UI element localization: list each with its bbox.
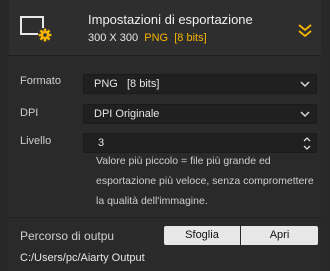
format-label: Formato xyxy=(20,75,61,87)
dpi-select[interactable]: DPI Originale xyxy=(83,104,317,124)
header-bits: [8 bits] xyxy=(174,32,207,44)
header-format: PNG xyxy=(144,32,169,44)
export-settings-header[interactable]: Impostazioni di esportazione 300 X 300 P… xyxy=(9,0,321,56)
level-label: Livello xyxy=(20,135,52,147)
header-title: Impostazioni di esportazione xyxy=(88,12,253,27)
header-summary: 300 X 300 PNG [8 bits] xyxy=(88,32,207,44)
spin-arrows-icon[interactable] xyxy=(303,136,311,151)
level-value: 3 xyxy=(98,137,105,149)
chevron-down-icon xyxy=(300,81,310,88)
double-chevron-down-icon[interactable] xyxy=(297,22,313,38)
output-path-label: Percorso di outpu xyxy=(20,229,115,243)
level-help-text: Valore più piccolo = file più grande ed … xyxy=(96,155,314,207)
header-size: 300 X 300 xyxy=(88,32,139,44)
dpi-value: DPI Originale xyxy=(94,108,160,120)
open-button[interactable]: Apri xyxy=(241,226,318,245)
chevron-down-icon xyxy=(300,111,310,118)
dpi-label: DPI xyxy=(20,107,39,119)
output-path: C:/Users/pc/Aiarty Output xyxy=(20,252,145,264)
format-select[interactable]: PNG [8 bits] xyxy=(83,74,317,94)
browse-button[interactable]: Sfoglia xyxy=(164,226,240,245)
export-screen-gear-icon xyxy=(20,14,60,46)
divider xyxy=(9,217,321,218)
settings-panel: Formato PNG [8 bits] DPI DPI Originale L… xyxy=(9,56,321,271)
format-value: PNG [8 bits] xyxy=(94,78,160,90)
level-stepper[interactable]: 3 xyxy=(83,133,317,153)
